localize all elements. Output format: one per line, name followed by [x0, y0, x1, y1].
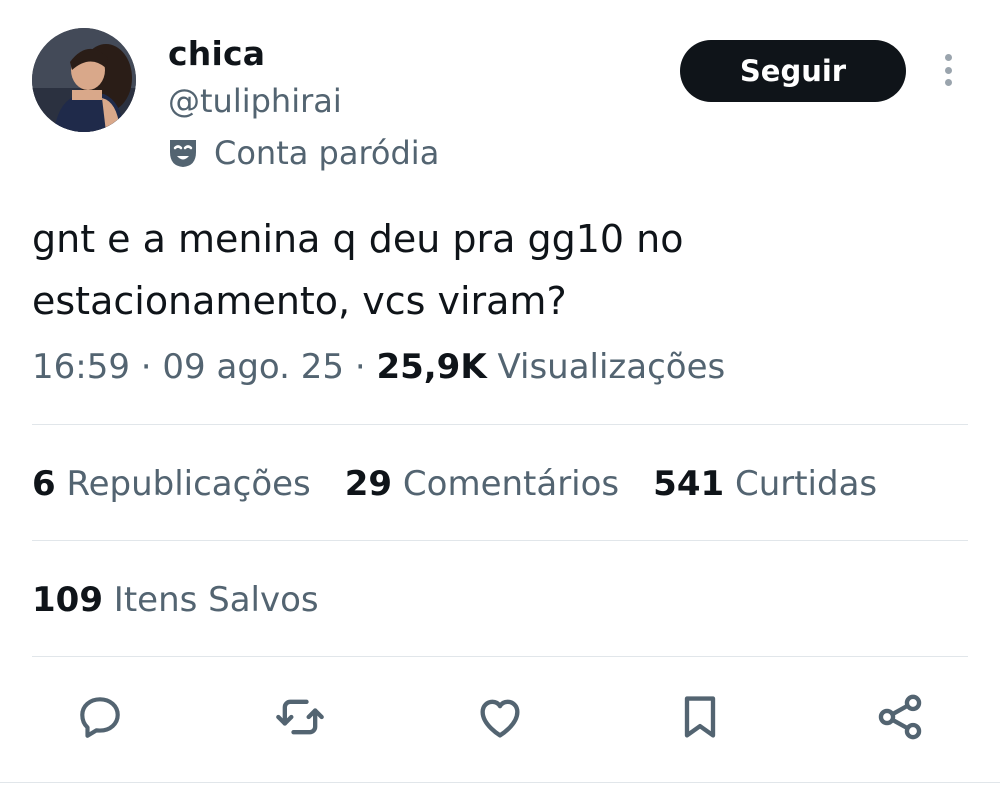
reply-icon	[80, 697, 120, 738]
divider	[32, 424, 968, 425]
likes-label: Curtidas	[734, 464, 878, 504]
views-count: 25,9K	[376, 347, 487, 387]
likes-count: 541	[653, 464, 725, 504]
reposts-count: 6	[32, 464, 56, 504]
engagement-stats: 6 Republicações 29 Comentários 541 Curti…	[32, 464, 877, 504]
comments-stat[interactable]: 29 Comentários	[345, 464, 619, 504]
views-label: Visualizações	[497, 347, 726, 387]
like-icon	[480, 699, 520, 738]
parody-mask-icon	[166, 136, 200, 170]
likes-stat[interactable]: 541 Curtidas	[653, 464, 877, 504]
reposts-label: Republicações	[66, 464, 311, 504]
divider	[0, 782, 1000, 783]
saved-label: Itens Salvos	[113, 580, 319, 620]
meta-separator: ·	[354, 347, 377, 387]
repost-icon	[276, 699, 324, 735]
share-icon	[878, 694, 922, 740]
comments-label: Comentários	[402, 464, 620, 504]
reposts-stat[interactable]: 6 Republicações	[32, 464, 311, 504]
author-name[interactable]: chica	[168, 34, 265, 73]
saved-stat[interactable]: 109 Itens Salvos	[32, 580, 319, 620]
parody-badge: Conta paródia	[166, 134, 439, 172]
tweet-meta: 16:59 · 09 ago. 25 · 25,9K Visualizações	[32, 347, 725, 387]
reply-button[interactable]	[73, 690, 127, 744]
divider	[32, 540, 968, 541]
divider	[32, 656, 968, 657]
like-button[interactable]	[473, 690, 527, 744]
meta-separator: ·	[140, 347, 163, 387]
author-handle[interactable]: @tuliphirai	[168, 82, 342, 120]
more-vertical-icon[interactable]	[934, 50, 962, 90]
bookmark-icon	[684, 696, 716, 738]
tweet-time[interactable]: 16:59	[32, 347, 130, 387]
saved-count: 109	[32, 580, 103, 620]
tweet-date[interactable]: 09 ago. 25	[162, 347, 344, 387]
avatar[interactable]	[32, 28, 136, 132]
comments-count: 29	[344, 464, 393, 504]
repost-button[interactable]	[273, 690, 327, 744]
bookmark-button[interactable]	[673, 690, 727, 744]
parody-label: Conta paródia	[214, 134, 440, 172]
share-button[interactable]	[873, 690, 927, 744]
follow-button[interactable]: Seguir	[680, 40, 906, 102]
tweet-text: gnt e a menina q deu pra gg10 no estacio…	[32, 217, 684, 323]
